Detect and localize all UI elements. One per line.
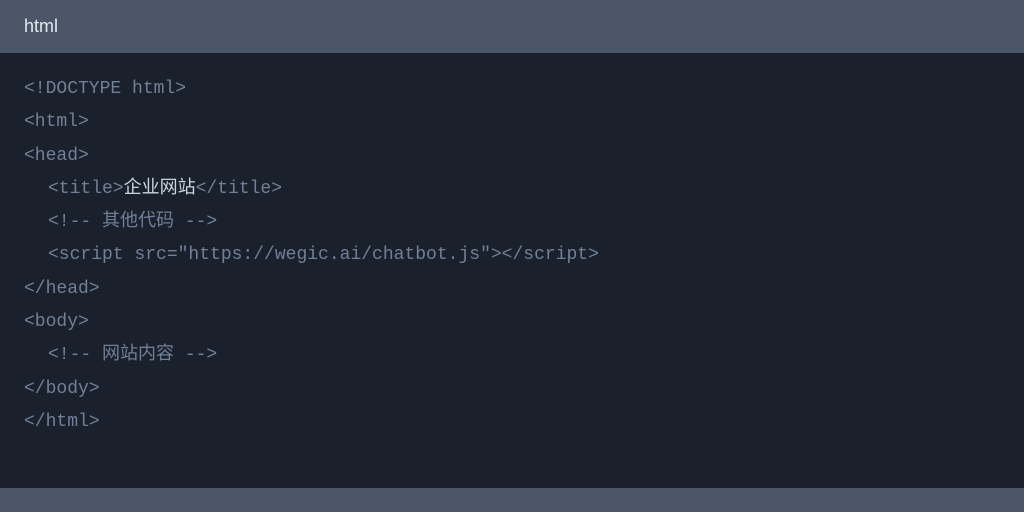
code-line: </body> (24, 373, 1000, 406)
code-line: <!-- 其他代码 --> (24, 206, 1000, 239)
code-line: <!DOCTYPE html> (24, 73, 1000, 106)
code-content: <!DOCTYPE html> <html> <head> <title>企业网… (0, 53, 1024, 488)
code-line: <html> (24, 106, 1000, 139)
code-line: <title>企业网站</title> (24, 173, 1000, 206)
code-line: <head> (24, 140, 1000, 173)
code-line: <body> (24, 306, 1000, 339)
code-line: <script src="https://wegic.ai/chatbot.js… (24, 239, 1000, 272)
code-language-header: html (0, 0, 1024, 53)
code-line: </html> (24, 406, 1000, 439)
code-footer (0, 488, 1024, 512)
language-label: html (24, 16, 58, 36)
code-line: <!-- 网站内容 --> (24, 339, 1000, 372)
code-block-container: html <!DOCTYPE html> <html> <head> <titl… (0, 0, 1024, 512)
code-line: </head> (24, 273, 1000, 306)
